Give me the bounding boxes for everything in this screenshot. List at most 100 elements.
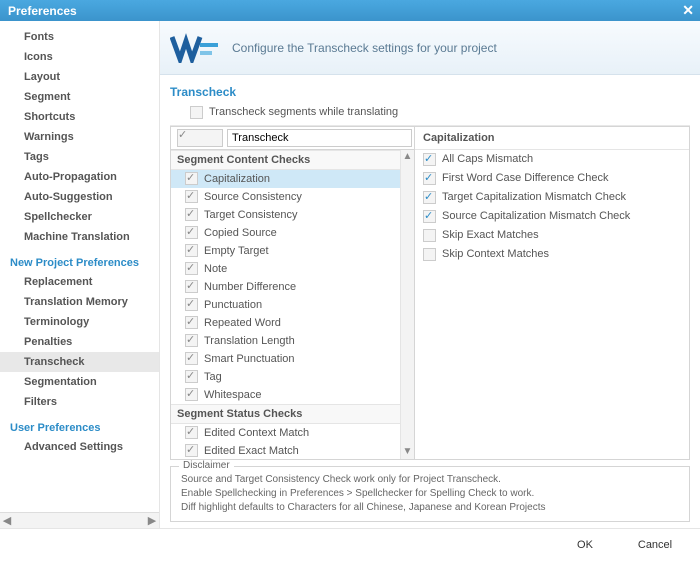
check-item-label: Copied Source [204, 227, 277, 239]
check-item[interactable]: Punctuation [171, 296, 414, 314]
capitalization-label: Source Capitalization Mismatch Check [442, 210, 630, 222]
sidebar-item[interactable]: Penalties [0, 332, 159, 352]
check-item-label: Repeated Word [204, 317, 281, 329]
capitalization-option[interactable]: First Word Case Difference Check [415, 169, 689, 188]
search-toggle[interactable] [177, 129, 223, 147]
check-group-heading: Segment Content Checks [171, 150, 414, 170]
check-item-checkbox[interactable] [185, 280, 198, 293]
scroll-right-icon[interactable]: ▶ [147, 514, 157, 527]
check-item-checkbox[interactable] [185, 334, 198, 347]
check-item-label: Edited Exact Match [204, 445, 299, 457]
sidebar-item[interactable]: Filters [0, 392, 159, 412]
main-panel: Configure the Transcheck settings for yo… [160, 21, 700, 528]
capitalization-label: Skip Exact Matches [442, 229, 539, 241]
check-item-checkbox[interactable] [185, 388, 198, 401]
sidebar-item[interactable]: Spellchecker [0, 207, 159, 227]
check-item[interactable]: Smart Punctuation [171, 350, 414, 368]
check-item-checkbox[interactable] [185, 244, 198, 257]
check-item[interactable]: Edited Exact Match [171, 442, 414, 459]
capitalization-checkbox[interactable] [423, 191, 436, 204]
capitalization-checkbox[interactable] [423, 248, 436, 261]
sidebar-item[interactable]: Auto-Suggestion [0, 187, 159, 207]
check-item-label: Empty Target [204, 245, 269, 257]
check-item-label: Translation Length [204, 335, 295, 347]
check-item-checkbox[interactable] [185, 352, 198, 365]
check-item[interactable]: Note [171, 260, 414, 278]
capitalization-checkbox[interactable] [423, 153, 436, 166]
sidebar-heading: New Project Preferences [0, 247, 159, 272]
sidebar-item[interactable]: Layout [0, 67, 159, 87]
check-item-checkbox[interactable] [185, 316, 198, 329]
sidebar-item[interactable]: Fonts [0, 27, 159, 47]
sidebar: FontsIconsLayoutSegmentShortcutsWarnings… [0, 21, 160, 528]
sidebar-item[interactable]: Machine Translation [0, 227, 159, 247]
check-item-label: Note [204, 263, 227, 275]
check-item-checkbox[interactable] [185, 208, 198, 221]
capitalization-checkbox[interactable] [423, 172, 436, 185]
check-item[interactable]: Target Consistency [171, 206, 414, 224]
titlebar: Preferences ✕ [0, 0, 700, 21]
check-item[interactable]: Source Consistency [171, 188, 414, 206]
capitalization-checkbox[interactable] [423, 229, 436, 242]
sidebar-item[interactable]: Advanced Settings [0, 437, 159, 457]
check-item-checkbox[interactable] [185, 426, 198, 439]
check-item-label: Number Difference [204, 281, 296, 293]
check-item-checkbox[interactable] [185, 444, 198, 457]
check-item-checkbox[interactable] [185, 298, 198, 311]
ok-button[interactable]: OK [554, 535, 616, 555]
scroll-up-icon[interactable]: ▲ [401, 150, 414, 164]
check-group-heading: Segment Status Checks [171, 404, 414, 424]
header-banner: Configure the Transcheck settings for yo… [160, 21, 700, 75]
sidebar-item[interactable]: Terminology [0, 312, 159, 332]
capitalization-option[interactable]: Source Capitalization Mismatch Check [415, 207, 689, 226]
capitalization-checkbox[interactable] [423, 210, 436, 223]
capitalization-panel: Capitalization All Caps MismatchFirst Wo… [415, 127, 689, 459]
section-title: Transcheck [170, 81, 690, 103]
check-item-label: Whitespace [204, 389, 261, 401]
check-item-label: Edited Context Match [204, 427, 309, 439]
panels: Segment Content ChecksCapitalizationSour… [170, 126, 690, 460]
check-item[interactable]: Empty Target [171, 242, 414, 260]
check-item-checkbox[interactable] [185, 370, 198, 383]
check-item[interactable]: Edited Context Match [171, 424, 414, 442]
sidebar-item[interactable]: Tags [0, 147, 159, 167]
check-item-checkbox[interactable] [185, 262, 198, 275]
sidebar-item[interactable]: Replacement [0, 272, 159, 292]
list-scrollbar[interactable]: ▲ ▼ [400, 150, 414, 459]
sidebar-item[interactable]: Translation Memory [0, 292, 159, 312]
disclaimer-line: Diff highlight defaults to Characters fo… [181, 501, 679, 515]
capitalization-label: Skip Context Matches [442, 248, 549, 260]
cancel-button[interactable]: Cancel [624, 535, 686, 555]
check-item[interactable]: Whitespace [171, 386, 414, 404]
sidebar-item[interactable]: Shortcuts [0, 107, 159, 127]
check-item-checkbox[interactable] [185, 190, 198, 203]
check-item[interactable]: Repeated Word [171, 314, 414, 332]
check-item-label: Target Consistency [204, 209, 298, 221]
capitalization-option[interactable]: Skip Context Matches [415, 245, 689, 264]
scroll-left-icon[interactable]: ◀ [2, 514, 12, 527]
check-item-checkbox[interactable] [185, 226, 198, 239]
check-item[interactable]: Tag [171, 368, 414, 386]
close-icon[interactable]: ✕ [682, 2, 694, 19]
disclaimer-line: Enable Spellchecking in Preferences > Sp… [181, 487, 679, 501]
check-item[interactable]: Copied Source [171, 224, 414, 242]
capitalization-option[interactable]: All Caps Mismatch [415, 150, 689, 169]
search-input[interactable] [227, 129, 412, 147]
sidebar-item[interactable]: Segmentation [0, 372, 159, 392]
scroll-down-icon[interactable]: ▼ [401, 445, 414, 459]
sidebar-hscrollbar[interactable]: ◀ ▶ [0, 512, 159, 528]
wordfast-logo [170, 33, 222, 63]
check-item-checkbox[interactable] [185, 172, 198, 185]
sidebar-item[interactable]: Segment [0, 87, 159, 107]
translate-checkbox[interactable] [190, 106, 203, 119]
check-item[interactable]: Translation Length [171, 332, 414, 350]
check-item[interactable]: Number Difference [171, 278, 414, 296]
translate-label: Transcheck segments while translating [209, 106, 398, 118]
sidebar-item[interactable]: Auto-Propagation [0, 167, 159, 187]
sidebar-item[interactable]: Transcheck [0, 352, 159, 372]
check-item[interactable]: Capitalization [171, 170, 414, 188]
capitalization-option[interactable]: Skip Exact Matches [415, 226, 689, 245]
capitalization-option[interactable]: Target Capitalization Mismatch Check [415, 188, 689, 207]
sidebar-item[interactable]: Icons [0, 47, 159, 67]
sidebar-item[interactable]: Warnings [0, 127, 159, 147]
